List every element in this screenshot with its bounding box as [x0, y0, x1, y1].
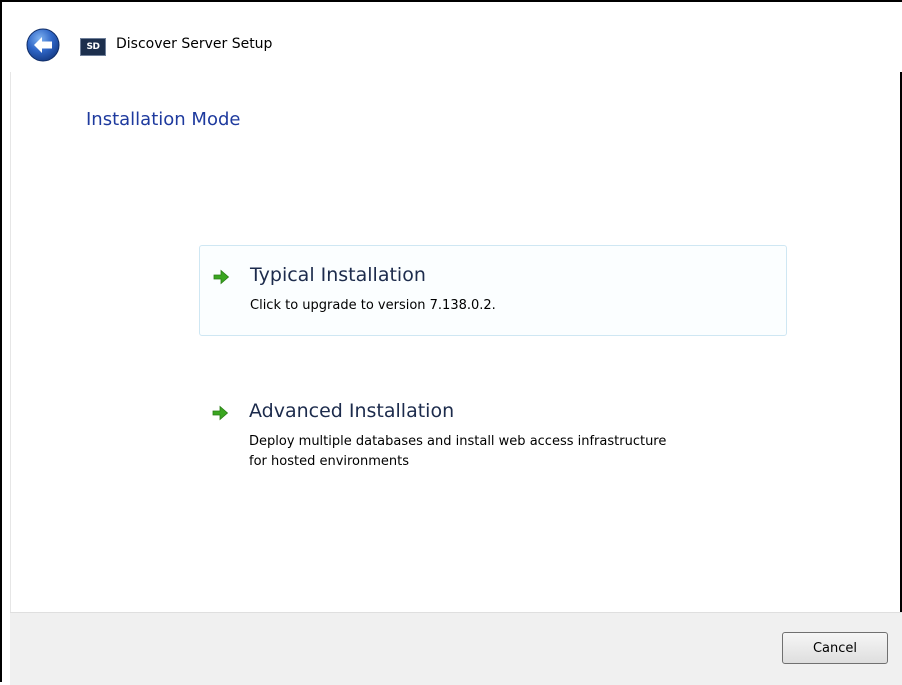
advanced-installation-option[interactable]: Advanced Installation Deploy multiple da… [199, 382, 787, 492]
title-bar: SD Discover Server Setup [10, 2, 902, 72]
typical-installation-option[interactable]: Typical Installation Click to upgrade to… [199, 245, 787, 336]
back-arrow-icon[interactable] [26, 28, 60, 62]
window-title: Discover Server Setup [116, 36, 273, 52]
app-logo-icon: SD [80, 38, 106, 56]
option-title: Advanced Installation [249, 400, 455, 422]
green-arrow-icon [213, 269, 230, 285]
window-left-edge [4, 2, 11, 684]
page-title: Installation Mode [86, 109, 241, 130]
cancel-button[interactable]: Cancel [782, 632, 888, 664]
green-arrow-icon [212, 405, 229, 421]
setup-window: SD Discover Server Setup Installation Mo… [0, 0, 902, 685]
option-title: Typical Installation [250, 264, 426, 286]
option-description: Click to upgrade to version 7.138.0.2. [250, 298, 496, 313]
option-description: Deploy multiple databases and install we… [249, 434, 667, 469]
footer-bar: Cancel [10, 612, 902, 685]
